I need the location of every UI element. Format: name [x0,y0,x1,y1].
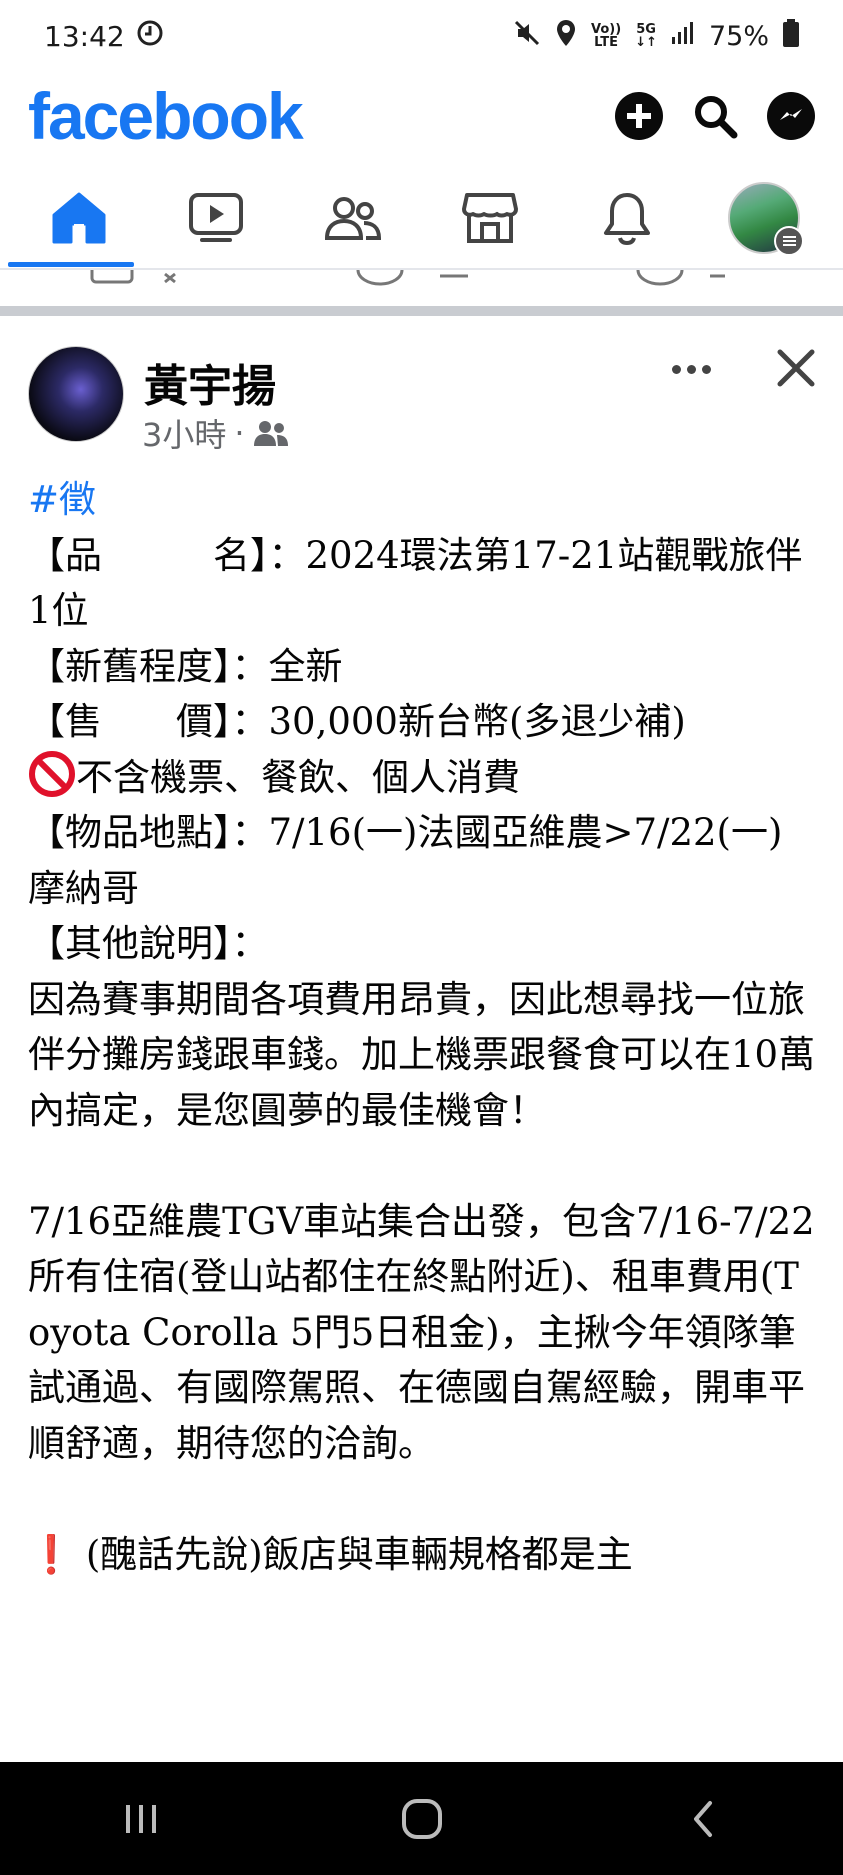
back-button[interactable] [653,1779,753,1859]
meta-separator: · [234,414,245,452]
search-button[interactable] [691,92,739,140]
friends-icon [324,197,381,240]
main-tab-bar [0,168,843,268]
prohibited-emoji-icon [29,750,75,797]
post-body: #徵 【品 名】：2024環法第17-21站觀戰旅伴1位 【新舊程度】：全新 【… [28,472,818,1582]
post-line-item: 【品 名】：2024環法第17-21站觀戰旅伴1位 [28,533,803,633]
post-description-2: 7/16亞維農TGV車站集合出發，包含7/16-7/22所有住宿(登山站都住在終… [28,1199,815,1465]
more-dots-icon [671,364,681,374]
post-meta: 3小時 · [142,410,289,456]
create-button[interactable] [615,92,663,140]
post-line-warning: (醜話先說)飯店與車輛規格都是主 [85,1532,633,1576]
post-line-exclusions: 不含機票、餐飲、個人消費 [76,755,520,799]
home-icon [52,192,106,244]
mute-icon [513,19,541,54]
post-description-1: 因為賽事期間各項費用昂貴，因此想尋找一位旅伴分攤房錢跟車錢。加上機票跟餐食可以在… [28,977,816,1132]
messenger-button[interactable] [767,92,815,140]
battery-percent: 75% [708,20,769,52]
facebook-logo[interactable]: facebook [28,78,304,154]
close-icon [777,349,815,387]
system-navigation-bar [0,1762,843,1875]
tab-marketplace[interactable] [435,173,545,263]
previous-post-actions-partial [0,270,843,288]
marketplace-icon [462,193,519,243]
volte-indicator: Vo)) LTE [591,22,622,50]
battery-icon [783,18,799,54]
post-more-button[interactable] [666,354,716,384]
home-system-button[interactable] [372,1779,472,1859]
plus-icon [627,104,651,128]
post-line-price: 【售 價】：30,000新台幣(多退少補) [28,700,686,743]
author-avatar[interactable] [28,346,124,442]
tab-home[interactable] [24,173,134,263]
signal-icon [671,21,695,52]
status-time: 13:42 [44,19,125,53]
exclamation-emoji-icon: ❗ [28,1531,75,1576]
tab-friends[interactable] [298,173,408,263]
tab-watch[interactable] [161,173,271,263]
tab-notifications[interactable] [572,173,682,263]
video-icon [188,193,243,242]
sync-icon [137,20,163,53]
home-circle-icon [401,1798,442,1839]
status-bar: 13:42 Vo)) LTE 5G ↓↑ 75% [0,0,843,72]
app-header: facebook [0,76,843,156]
feed-separator [0,306,843,316]
active-tab-indicator [8,262,134,267]
hashtag-link[interactable]: #徵 [28,478,96,521]
location-icon [555,19,577,54]
recent-apps-button[interactable] [91,1779,191,1859]
post-line-condition: 【新舊程度】：全新 [28,644,343,688]
group-audience-icon [253,421,288,446]
menu-badge-icon [774,226,805,256]
post-line-other-label: 【其他說明】： [28,922,269,965]
post-line-location: 【物品地點】：7/16(一)法國亞維農>7/22(一)摩納哥 [28,811,783,910]
profile-avatar [728,182,805,256]
search-icon [695,96,738,139]
network-indicator: 5G ↓↑ [635,22,657,50]
tab-profile-menu[interactable] [709,173,819,263]
hide-post-button[interactable] [774,346,818,390]
back-chevron-icon [693,1800,712,1837]
bell-icon [604,193,651,245]
messenger-icon [780,109,802,120]
post-time[interactable]: 3小時 [142,410,226,456]
author-name[interactable]: 黃宇揚 [144,350,276,414]
recents-icon [125,1804,156,1833]
post-header: 黃宇揚 3小時 · [28,346,818,454]
